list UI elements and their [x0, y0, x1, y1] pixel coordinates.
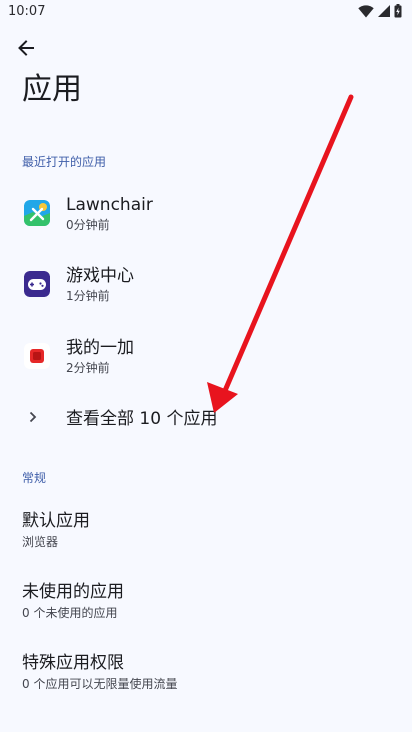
setting-subtitle: 0 个未使用的应用 [22, 606, 118, 620]
section-header-general: 常规 [22, 471, 47, 485]
see-all-apps-button[interactable]: 查看全部 10 个应用 [0, 396, 412, 444]
recent-app-my-oneplus[interactable]: 我的一加 2分钟前 [0, 325, 412, 389]
my-oneplus-icon [24, 343, 50, 369]
setting-subtitle: 0 个应用可以无限量使用流量 [22, 677, 178, 691]
setting-special-app-access[interactable]: 特殊应用权限 0 个应用可以无限量使用流量 [0, 644, 412, 704]
arrow-back-icon [18, 40, 34, 56]
cellular-signal-icon [378, 5, 390, 17]
battery-icon [394, 4, 402, 18]
status-time: 10:07 [8, 4, 46, 19]
app-name: 游戏中心 [66, 266, 134, 286]
setting-subtitle: 浏览器 [22, 535, 59, 549]
lawnchair-icon [24, 200, 50, 226]
section-header-recent: 最近打开的应用 [22, 155, 107, 169]
wifi-icon [358, 4, 374, 17]
back-button[interactable] [12, 34, 40, 62]
app-last-used: 1分钟前 [66, 289, 110, 303]
page-title: 应用 [22, 72, 82, 107]
app-last-used: 2分钟前 [66, 361, 110, 375]
see-all-apps-label: 查看全部 10 个应用 [66, 409, 218, 429]
setting-default-apps[interactable]: 默认应用 浏览器 [0, 502, 412, 562]
game-center-icon [24, 271, 50, 297]
status-icons [358, 4, 402, 18]
recent-app-game-center[interactable]: 游戏中心 1分钟前 [0, 253, 412, 317]
setting-unused-apps[interactable]: 未使用的应用 0 个未使用的应用 [0, 573, 412, 633]
status-bar: 10:07 [0, 0, 412, 24]
setting-title: 特殊应用权限 [22, 653, 124, 673]
app-name: 我的一加 [66, 338, 134, 358]
setting-title: 默认应用 [22, 511, 90, 531]
chevron-right-icon [29, 411, 37, 423]
app-name: Lawnchair [66, 195, 153, 215]
recent-app-lawnchair[interactable]: Lawnchair 0分钟前 [0, 182, 412, 246]
app-last-used: 0分钟前 [66, 218, 110, 232]
setting-title: 未使用的应用 [22, 582, 124, 602]
